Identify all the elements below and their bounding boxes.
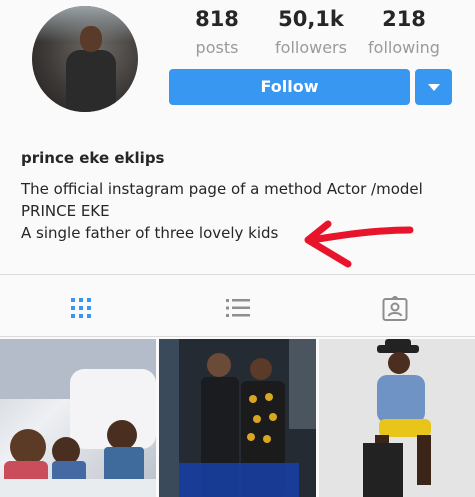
profile-tabs xyxy=(0,276,475,336)
following-label: following xyxy=(368,38,440,57)
profile-name: prince eke eklips xyxy=(21,149,165,167)
suggestions-dropdown-button[interactable] xyxy=(415,69,452,105)
list-icon[interactable] xyxy=(226,296,250,320)
caret-down-icon xyxy=(428,84,440,91)
tagged-photo-icon[interactable] xyxy=(382,296,408,322)
hospital-photo-illustration xyxy=(0,339,156,497)
post-thumbnail[interactable] xyxy=(0,339,156,497)
following-stat[interactable]: 218 following xyxy=(364,6,444,60)
following-count: 218 xyxy=(382,7,426,31)
post-thumbnail[interactable] xyxy=(319,339,475,497)
red-arrow-annotation xyxy=(304,220,414,268)
profile-header: 818 posts 50,1k followers 218 following … xyxy=(0,0,475,140)
avatar-person-head xyxy=(80,26,102,52)
avatar-person-body xyxy=(66,50,116,112)
posts-count: 818 xyxy=(195,7,239,31)
event-photo-illustration xyxy=(159,339,316,497)
bio-line-1: The official instagram page of a method … xyxy=(21,180,423,198)
followers-stat[interactable]: 50,1k followers xyxy=(271,6,351,60)
grid-icon[interactable] xyxy=(69,296,93,320)
posts-label: posts xyxy=(195,38,239,57)
followers-label: followers xyxy=(275,38,347,57)
followers-count: 50,1k xyxy=(278,7,344,31)
follow-button[interactable]: Follow xyxy=(169,69,410,105)
divider xyxy=(0,336,475,337)
avatar[interactable] xyxy=(32,6,138,112)
divider xyxy=(0,274,475,275)
post-thumbnail[interactable] xyxy=(159,339,316,497)
model-photo-illustration xyxy=(319,339,475,497)
posts-stat[interactable]: 818 posts xyxy=(177,6,257,60)
